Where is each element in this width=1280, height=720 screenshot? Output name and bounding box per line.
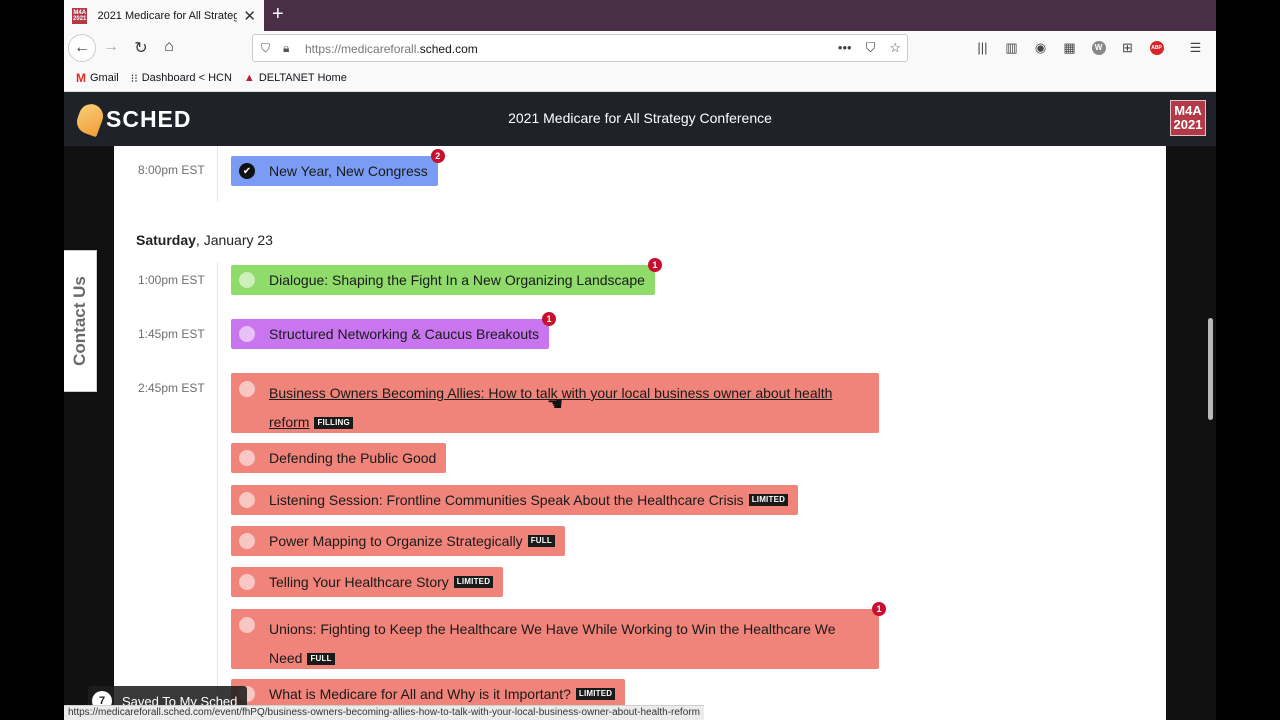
event-title[interactable]: New Year, New Congress — [269, 163, 428, 179]
url-text[interactable]: https://medicareforall.sched.com — [305, 42, 478, 56]
event-title-wrap: Business Owners Becoming Allies: How to … — [269, 379, 869, 437]
add-circle-icon[interactable] — [239, 533, 255, 549]
event-dialogue[interactable]: Dialogue: Shaping the Fight In a New Org… — [231, 258, 662, 295]
timeline-divider — [217, 262, 218, 720]
browser-window: M4A 2021 2021 Medicare for All Strategy ✕… — [64, 0, 1216, 720]
badge-line1: M4A — [1174, 103, 1202, 118]
event-title[interactable]: Defending the Public Good — [269, 450, 436, 466]
contact-us-label: Contact Us — [70, 276, 89, 366]
event-defending-public-good[interactable]: Defending the Public Good — [231, 443, 447, 473]
add-circle-icon[interactable] — [239, 381, 255, 397]
site-header: SCHED 2021 Medicare for All Strategy Con… — [64, 92, 1216, 146]
extension-icon[interactable]: ▦ — [1061, 39, 1078, 56]
event-power-mapping[interactable]: Power Mapping to Organize Strategically … — [231, 526, 565, 556]
bookmark-label: Dashboard < HCN — [141, 72, 232, 84]
page-scrollbar[interactable] — [1208, 318, 1213, 420]
close-tab-icon[interactable]: ✕ — [243, 7, 256, 25]
m4a-badge[interactable]: M4A 2021 — [1170, 100, 1206, 136]
attendee-count-badge: 1 — [542, 312, 557, 326]
conference-title: 2021 Medicare for All Strategy Conferenc… — [508, 110, 772, 126]
page-actions-icon[interactable]: ••• — [838, 40, 852, 56]
time-label: 8:00pm EST — [138, 163, 205, 177]
day-date: , January 23 — [195, 232, 273, 248]
status-bar-url: https://medicareforall.sched.com/event/f… — [64, 705, 704, 720]
pocket-icon[interactable]: ⛉ — [866, 40, 876, 56]
day-heading: Saturday, January 23 — [136, 232, 273, 248]
day-weekday: Saturday — [136, 232, 196, 248]
add-circle-icon[interactable] — [239, 450, 255, 466]
add-circle-icon[interactable] — [239, 272, 255, 288]
lock-icon[interactable]: 🔒︎ — [283, 41, 289, 56]
event-title-wrap: Unions: Fighting to Keep the Healthcare … — [269, 615, 869, 673]
url-domain: sched.com — [419, 42, 478, 56]
event-title[interactable]: Listening Session: Frontline Communities… — [269, 492, 744, 508]
event-title[interactable]: Unions: Fighting to Keep the Healthcare … — [269, 621, 836, 666]
tab-bar: M4A 2021 2021 Medicare for All Strategy ✕… — [64, 0, 1216, 31]
url-bar[interactable]: ⛉ 🔒︎ https://medicareforall.sched.com ••… — [252, 34, 908, 62]
event-new-year-new-congress[interactable]: ✔ New Year, New Congress 2 — [231, 149, 445, 186]
full-badge: FULL — [527, 535, 555, 547]
navigation-bar: ← → ↻ ⌂ ⛉ 🔒︎ https://medicareforall.sche… — [64, 31, 1216, 65]
add-circle-icon[interactable] — [239, 326, 255, 342]
limited-badge: LIMITED — [453, 576, 494, 588]
url-scheme: https://medicareforall. — [305, 42, 420, 56]
time-label: 1:00pm EST — [138, 273, 205, 287]
home-icon[interactable]: ⌂ — [158, 38, 180, 56]
contact-us-tab[interactable]: Contact Us — [64, 250, 97, 392]
reload-icon[interactable]: ↻ — [130, 38, 152, 58]
add-circle-icon[interactable] — [239, 617, 255, 633]
event-title[interactable]: What is Medicare for All and Why is it I… — [269, 686, 571, 702]
back-arrow-icon[interactable]: ← — [68, 34, 96, 62]
bookmark-gmail[interactable]: M Gmail — [76, 71, 119, 85]
add-circle-icon[interactable] — [239, 492, 255, 508]
full-badge: FULL — [307, 653, 335, 665]
tab-title: 2021 Medicare for All Strategy — [97, 9, 238, 22]
hand-cursor-icon: ☚ — [547, 394, 564, 414]
add-circle-icon[interactable] — [239, 574, 255, 590]
sidebar-icon[interactable]: ▥ — [1003, 39, 1020, 56]
event-telling-your-story[interactable]: Telling Your Healthcare Story LIMITED — [231, 567, 504, 597]
browser-tab[interactable]: M4A 2021 2021 Medicare for All Strategy ✕ — [64, 0, 264, 31]
bookmark-star-icon[interactable]: ☆ — [889, 40, 901, 56]
m4a-favicon-icon: M4A 2021 — [72, 7, 88, 24]
gmail-icon: M — [76, 71, 86, 85]
dashboard-icon: ⁝⁝ — [130, 72, 138, 85]
time-label: 1:45pm EST — [138, 327, 205, 341]
shield-icon[interactable]: ⛉ — [261, 41, 270, 56]
limited-badge: LIMITED — [575, 688, 616, 700]
event-title[interactable]: Dialogue: Shaping the Fight In a New Org… — [269, 272, 645, 288]
bookmarks-bar: M Gmail ⁝⁝ Dashboard < HCN ▲ DELTANET Ho… — [64, 65, 1216, 92]
shield-extension-icon[interactable]: ⊞ — [1119, 39, 1136, 56]
event-title[interactable]: Structured Networking & Caucus Breakouts — [269, 326, 539, 342]
event-listening-session[interactable]: Listening Session: Frontline Communities… — [231, 485, 799, 515]
bookmark-dashboard[interactable]: ⁝⁝ Dashboard < HCN — [131, 72, 232, 85]
bookmark-deltanet[interactable]: ▲ DELTANET Home — [244, 72, 347, 84]
timeline-divider — [217, 146, 218, 202]
event-unions[interactable]: Unions: Fighting to Keep the Healthcare … — [231, 602, 886, 669]
delta-icon: ▲ — [243, 72, 255, 84]
event-title[interactable]: Power Mapping to Organize Strategically — [269, 533, 523, 549]
badge-line2: 2021 — [1173, 117, 1203, 132]
menu-icon[interactable]: ☰ — [1187, 39, 1204, 56]
account-icon[interactable]: ◉ — [1032, 39, 1049, 56]
event-title[interactable]: Telling Your Healthcare Story — [269, 574, 449, 590]
attendee-count-badge: 1 — [647, 258, 662, 272]
w-extension-icon[interactable]: W — [1090, 39, 1107, 56]
filling-badge: FILLING — [314, 417, 353, 429]
bookmark-label: DELTANET Home — [258, 72, 347, 84]
adblock-icon[interactable]: ABP — [1148, 39, 1165, 56]
time-label: 2:45pm EST — [138, 381, 205, 395]
attendee-count-badge: 1 — [872, 602, 886, 616]
new-tab-button[interactable]: + — [272, 3, 284, 26]
checkmark-icon[interactable]: ✔ — [239, 163, 255, 179]
schedule-content: 8:00pm EST ✔ New Year, New Congress 2 Sa… — [114, 146, 1166, 720]
forward-arrow-icon[interactable]: → — [100, 38, 122, 56]
attendee-count-badge: 2 — [430, 149, 445, 163]
library-icon[interactable]: ||| — [974, 39, 991, 56]
event-structured-networking[interactable]: Structured Networking & Caucus Breakouts… — [231, 312, 557, 349]
bookmark-label: Gmail — [90, 72, 119, 84]
limited-badge: LIMITED — [748, 494, 789, 506]
